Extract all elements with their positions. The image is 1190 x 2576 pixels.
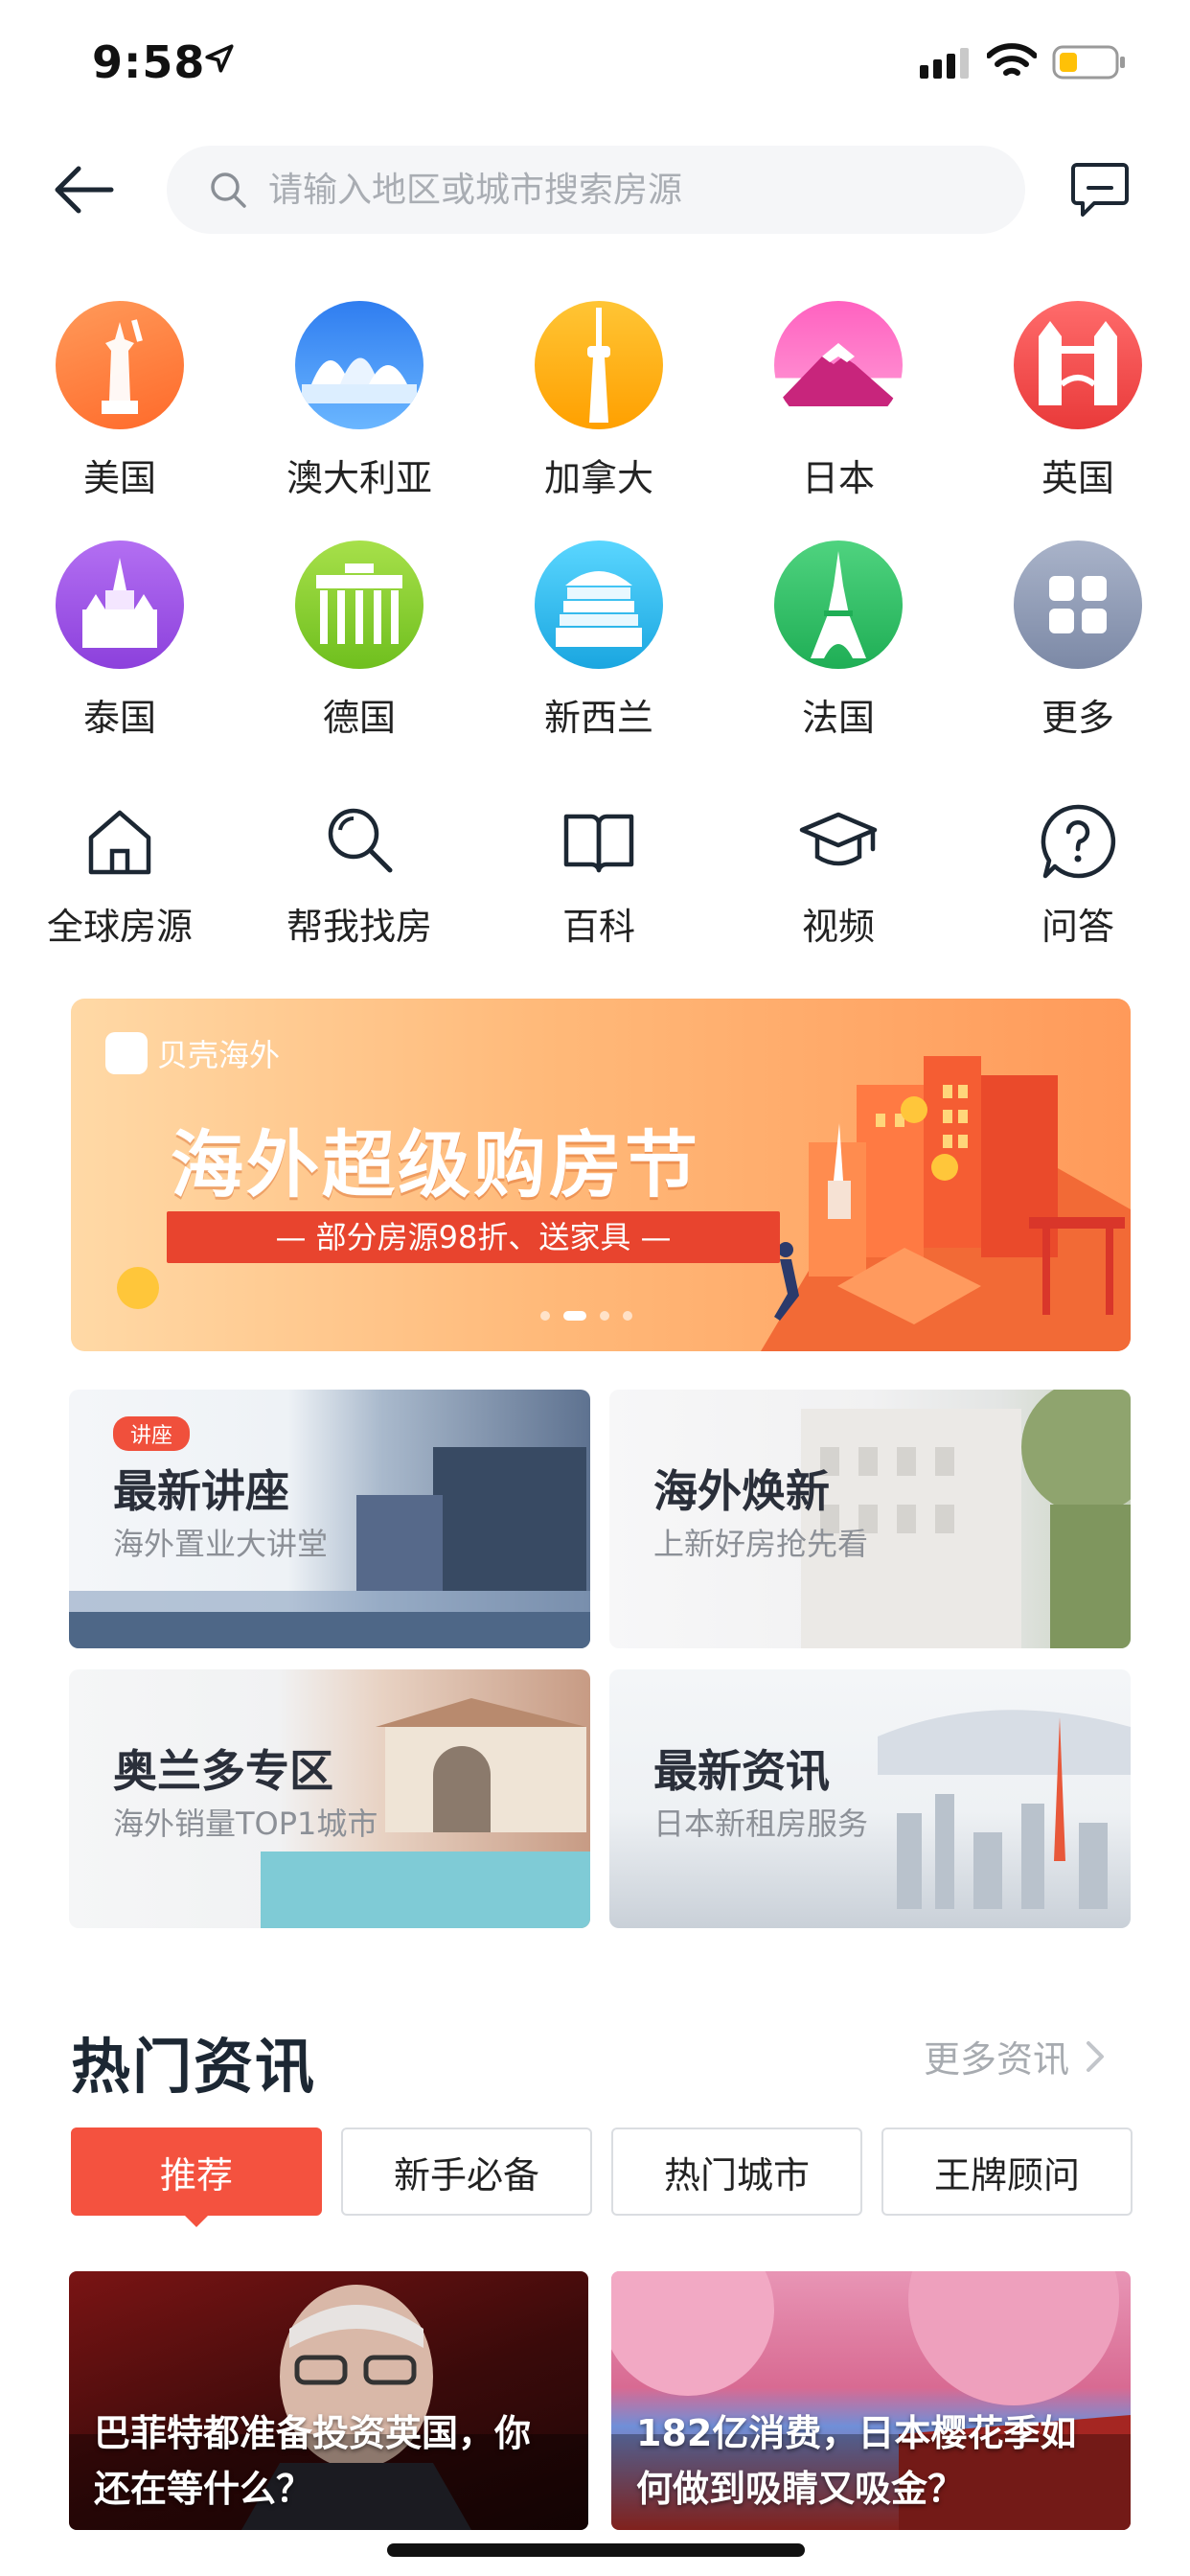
home-indicator xyxy=(387,2543,805,2557)
feature-find-home[interactable]: 帮我找房 xyxy=(240,801,479,950)
search-input[interactable] xyxy=(266,169,1018,211)
thai-temple-icon xyxy=(56,540,184,669)
feature-encyclopedia[interactable]: 百科 xyxy=(479,801,719,950)
news-tabs: 推荐 新手必备 热门城市 王牌顾问 xyxy=(71,2128,1133,2227)
card-subtitle: 海外销量TOP1城市 xyxy=(113,1806,378,1842)
tab-beginner[interactable]: 新手必备 xyxy=(341,2128,592,2216)
country-label: 泰国 xyxy=(82,697,156,739)
search-bar[interactable] xyxy=(167,146,1025,234)
graduation-cap-icon xyxy=(799,812,878,866)
brandenburg-gate-icon xyxy=(295,540,423,669)
feature-label: 帮我找房 xyxy=(286,906,432,948)
statue-of-liberty-icon xyxy=(56,301,184,429)
feature-qa[interactable]: 问答 xyxy=(958,801,1190,950)
beehive-building-icon xyxy=(535,540,663,669)
tab-top-advisors[interactable]: 王牌顾问 xyxy=(881,2128,1133,2216)
carousel-dot xyxy=(540,1311,550,1321)
card-subtitle: 日本新租房服务 xyxy=(653,1806,869,1842)
banner-title: 海外超级购房节 xyxy=(171,1122,700,1208)
country-japan[interactable]: 日本 xyxy=(719,301,958,501)
country-label: 澳大利亚 xyxy=(286,457,432,499)
country-label: 加拿大 xyxy=(543,457,653,499)
country-australia[interactable]: 澳大利亚 xyxy=(240,301,479,501)
country-label: 新西兰 xyxy=(543,697,653,739)
more-news-link[interactable]: 更多资讯 xyxy=(924,2030,1108,2082)
book-icon xyxy=(563,814,634,873)
location-arrow-icon xyxy=(205,44,234,73)
home-icon xyxy=(88,810,151,875)
promo-banner[interactable]: 贝壳海外 海外超级购房节 — 部分房源98折、送家具 — xyxy=(71,999,1131,1351)
more-news-label: 更多资讯 xyxy=(924,2038,1070,2081)
news-card[interactable]: 182亿消费，日本樱花季如何做到吸睛又吸金？ xyxy=(611,2271,1131,2530)
mount-fuji-icon xyxy=(774,301,903,429)
feature-label: 全球房源 xyxy=(46,906,193,948)
banner-subtitle: — 部分房源98折、送家具 — xyxy=(167,1211,780,1263)
country-new-zealand[interactable]: 新西兰 xyxy=(479,540,719,741)
card-orlando-zone[interactable]: 奥兰多专区 海外销量TOP1城市 xyxy=(69,1669,590,1928)
country-label: 英国 xyxy=(1041,457,1114,499)
card-title: 海外焕新 xyxy=(653,1465,830,1517)
carousel-indicator xyxy=(540,1311,632,1321)
battery-icon xyxy=(1052,45,1125,80)
card-latest-lectures[interactable]: 讲座 最新讲座 海外置业大讲堂 xyxy=(69,1390,590,1648)
feature-label: 视频 xyxy=(801,906,875,948)
ke-logo-icon xyxy=(105,1032,148,1074)
country-france[interactable]: 法国 xyxy=(719,540,958,741)
cellular-signal-icon xyxy=(920,48,969,79)
section-title: 热门资讯 xyxy=(71,2032,317,2102)
card-latest-news[interactable]: 最新资讯 日本新租房服务 xyxy=(609,1669,1131,1928)
feature-label: 问答 xyxy=(1041,906,1114,948)
question-icon xyxy=(1041,804,1116,879)
feature-video[interactable]: 视频 xyxy=(719,801,958,950)
country-label: 法国 xyxy=(801,697,875,739)
tower-bridge-icon xyxy=(1014,301,1142,429)
country-usa[interactable]: 美国 xyxy=(0,301,240,501)
grid-more-icon xyxy=(1014,540,1142,669)
country-uk[interactable]: 英国 xyxy=(958,301,1190,501)
carousel-dot-active xyxy=(563,1311,586,1321)
country-thailand[interactable]: 泰国 xyxy=(0,540,240,741)
card-subtitle: 海外置业大讲堂 xyxy=(113,1526,329,1562)
country-germany[interactable]: 德国 xyxy=(240,540,479,741)
tab-recommended[interactable]: 推荐 xyxy=(71,2128,322,2227)
feature-label: 百科 xyxy=(561,906,635,948)
news-title: 巴菲特都准备投资英国，你还在等什么？ xyxy=(94,2412,532,2510)
wifi-icon xyxy=(987,43,1037,76)
tab-hot-cities[interactable]: 热门城市 xyxy=(611,2128,862,2216)
sydney-opera-house-icon xyxy=(295,301,423,429)
chevron-right-icon xyxy=(1087,2040,1105,2072)
country-canada[interactable]: 加拿大 xyxy=(479,301,719,501)
message-icon[interactable] xyxy=(1069,159,1131,220)
carousel-dot xyxy=(600,1311,609,1321)
eiffel-tower-icon xyxy=(774,540,903,669)
search-icon xyxy=(211,172,246,208)
search-icon xyxy=(328,808,393,873)
card-title: 最新讲座 xyxy=(113,1465,289,1517)
card-title: 最新资讯 xyxy=(653,1745,830,1797)
country-label: 德国 xyxy=(322,697,396,739)
news-title: 182亿消费，日本樱花季如何做到吸睛又吸金？ xyxy=(636,2412,1077,2510)
back-arrow-icon[interactable] xyxy=(50,153,123,226)
card-title: 奥兰多专区 xyxy=(113,1745,333,1797)
banner-brand: 贝壳海外 xyxy=(105,1031,280,1075)
card-tag: 讲座 xyxy=(113,1416,191,1451)
card-subtitle: 上新好房抢先看 xyxy=(653,1526,869,1562)
feature-global-listings[interactable]: 全球房源 xyxy=(0,801,240,950)
status-time: 9:58 xyxy=(92,36,206,88)
news-card[interactable]: 巴菲特都准备投资英国，你还在等什么？ xyxy=(69,2271,588,2530)
carousel-dot xyxy=(623,1311,632,1321)
country-label: 更多 xyxy=(1041,697,1114,739)
cn-tower-icon xyxy=(535,301,663,429)
banner-brand-label: 贝壳海外 xyxy=(157,1037,281,1073)
country-label: 美国 xyxy=(82,457,156,499)
country-label: 日本 xyxy=(801,457,875,499)
country-more[interactable]: 更多 xyxy=(958,540,1190,741)
card-new-listings[interactable]: 海外焕新 上新好房抢先看 xyxy=(609,1390,1131,1648)
